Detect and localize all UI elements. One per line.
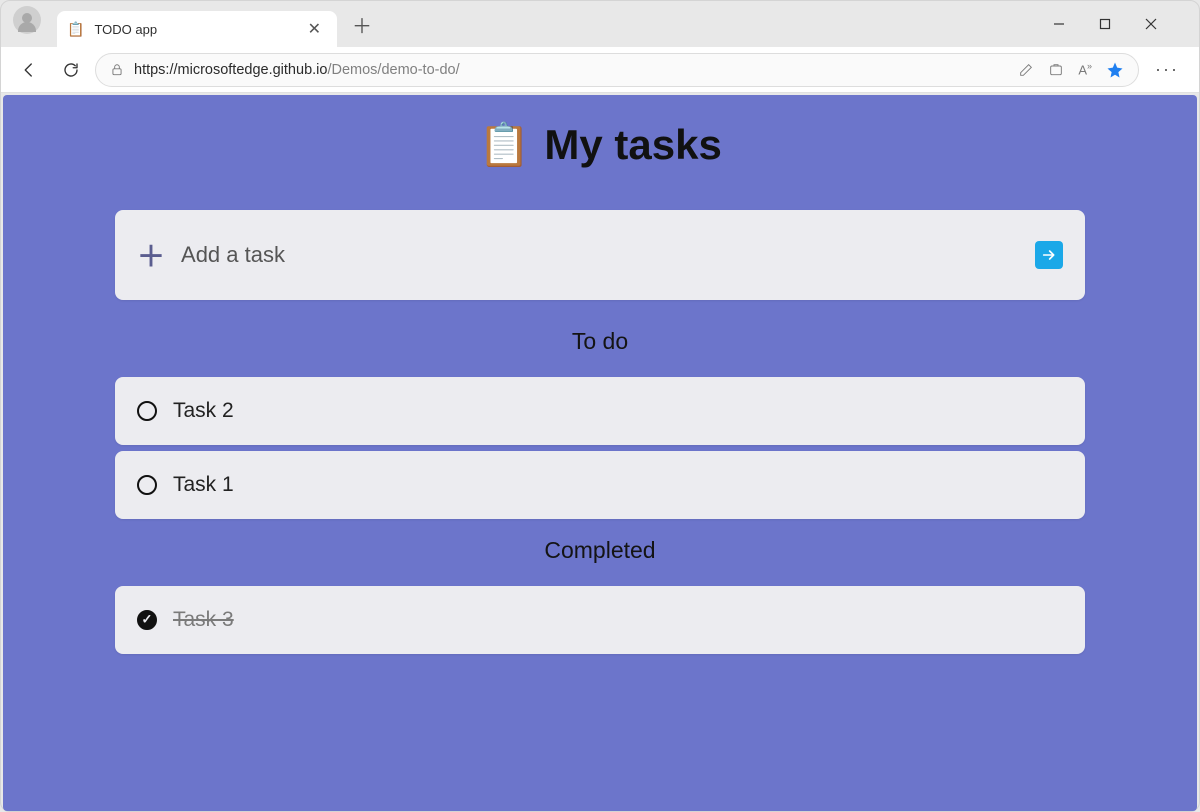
task-row[interactable]: Task 1 [115, 451, 1085, 519]
checkbox-icon[interactable] [137, 401, 157, 421]
profile-avatar[interactable] [13, 6, 41, 34]
page-title: 📋My tasks [115, 121, 1085, 170]
new-tab-button[interactable]: ＋ [345, 7, 379, 41]
read-aloud-icon[interactable]: A» [1078, 61, 1092, 77]
close-window-button[interactable] [1145, 18, 1173, 30]
refresh-button[interactable] [53, 52, 89, 88]
url-text: https://microsoftedge.github.io/Demos/de… [134, 62, 1008, 78]
task-label: Task 2 [173, 399, 234, 423]
section-heading-completed: Completed [115, 537, 1085, 564]
browser-tab[interactable]: 📋 TODO app ✕ [57, 11, 337, 47]
back-button[interactable] [11, 52, 47, 88]
more-button[interactable]: ··· [1145, 59, 1189, 80]
clipboard-icon: 📋 [67, 21, 84, 38]
maximize-button[interactable] [1099, 18, 1127, 30]
checkbox-icon[interactable] [137, 475, 157, 495]
address-bar[interactable]: https://microsoftedge.github.io/Demos/de… [95, 53, 1139, 87]
todo-task-list: Task 2 Task 1 [115, 377, 1085, 519]
tab-strip: 📋 TODO app ✕ ＋ [1, 1, 1199, 47]
close-icon[interactable]: ✕ [302, 17, 327, 41]
add-task-input[interactable] [181, 242, 1019, 268]
section-heading-todo: To do [115, 328, 1085, 355]
edit-icon[interactable] [1018, 62, 1034, 78]
arrow-right-icon [1041, 247, 1057, 263]
page-viewport: 📋My tasks ＋ To do Task 2 Task 1 Complete… [3, 95, 1197, 811]
app-icon[interactable] [1048, 62, 1064, 78]
plus-icon: ＋ [137, 235, 165, 275]
tab-title: TODO app [94, 22, 291, 37]
lock-icon [110, 63, 124, 77]
completed-task-list: Task 3 [115, 586, 1085, 654]
window-controls [1053, 18, 1191, 30]
add-task-card: ＋ [115, 210, 1085, 300]
task-row[interactable]: Task 2 [115, 377, 1085, 445]
clipboard-icon: 📋 [478, 121, 530, 168]
task-label: Task 3 [173, 608, 234, 632]
task-row[interactable]: Task 3 [115, 586, 1085, 654]
submit-button[interactable] [1035, 241, 1063, 269]
minimize-button[interactable] [1053, 18, 1081, 30]
favorite-icon[interactable] [1106, 61, 1124, 79]
checkbox-checked-icon[interactable] [137, 610, 157, 630]
task-label: Task 1 [173, 473, 234, 497]
browser-toolbar: https://microsoftedge.github.io/Demos/de… [1, 47, 1199, 93]
